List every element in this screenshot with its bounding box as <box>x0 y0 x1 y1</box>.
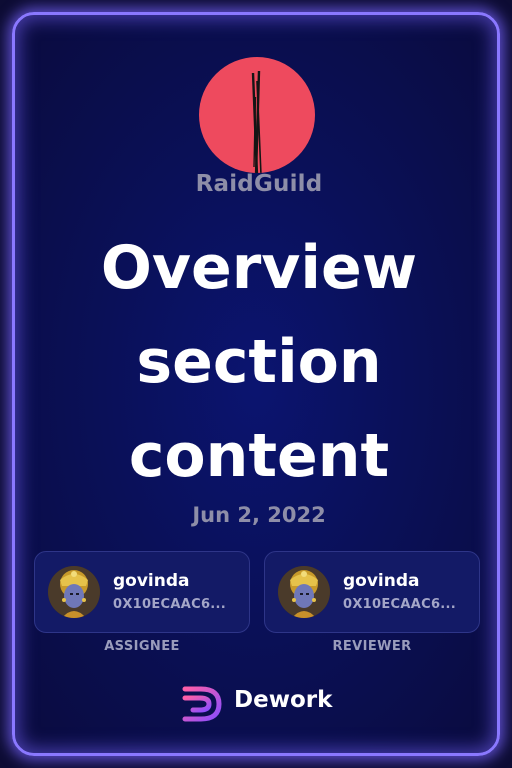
task-date: Jun 2, 2022 <box>192 503 326 527</box>
assignee-name: govinda <box>113 571 190 591</box>
assignee-role-label: ASSIGNEE <box>104 639 180 654</box>
org-logo-icon <box>199 57 315 173</box>
task-title-line-2: section <box>136 327 382 397</box>
task-title-line-1: Overview <box>100 233 418 303</box>
reviewer-role-label: REVIEWER <box>332 639 412 654</box>
avatar <box>48 566 100 618</box>
task-title-line-3: content <box>128 421 390 491</box>
avatar <box>278 566 330 618</box>
reviewer-name: govinda <box>343 571 420 591</box>
page-frame: RaidGuild Overview section content Jun 2… <box>0 0 512 768</box>
brand-footer[interactable]: Dework <box>181 683 351 723</box>
task-title: Overview section content <box>25 221 493 503</box>
task-card: RaidGuild Overview section content Jun 2… <box>12 12 500 756</box>
assignee-card[interactable]: govinda 0X10ECAAC6... <box>34 551 250 633</box>
reviewer-address: 0X10ECAAC6... <box>343 597 457 612</box>
assignee-address: 0X10ECAAC6... <box>113 597 227 612</box>
reviewer-card[interactable]: govinda 0X10ECAAC6... <box>264 551 480 633</box>
org-name: RaidGuild <box>195 171 323 197</box>
dework-logo-icon <box>182 686 222 722</box>
brand-name: Dework <box>234 687 333 713</box>
